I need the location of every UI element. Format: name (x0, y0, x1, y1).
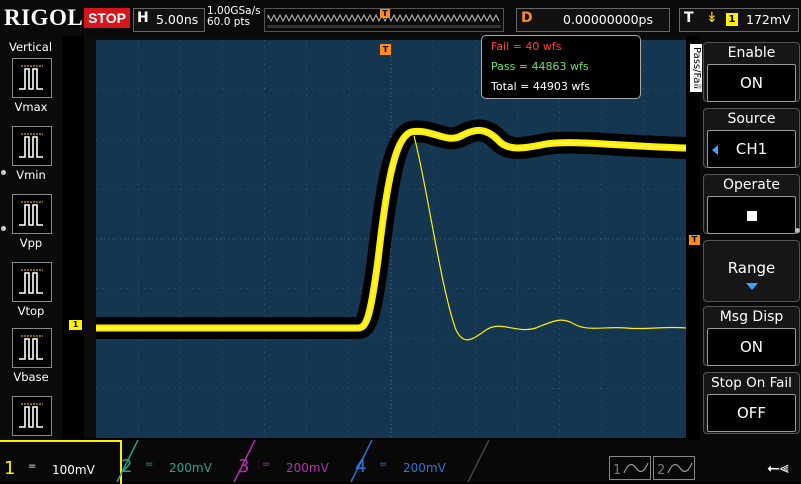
measure-vbase-button[interactable]: Vbase (10, 328, 52, 384)
trigger-box[interactable]: T ↡ 1 172mV (679, 8, 799, 32)
softkey-msg-disp-value: ON (707, 328, 796, 366)
math-wave-icon: 1 (613, 462, 649, 478)
horizontal-timebase-box[interactable]: H 5.00ns (133, 8, 205, 32)
math-channel-2-button[interactable]: 2 (653, 456, 695, 480)
fail-count: Fail = 40 wfs (491, 40, 562, 53)
vpp-icon (12, 194, 52, 234)
softkey-operate[interactable]: Operate (703, 174, 800, 234)
graticule-and-traces (96, 40, 687, 438)
vmin-icon (12, 126, 52, 166)
softkey-operate-title: Operate (723, 177, 780, 193)
total-count: Total = 44903 wfs (491, 80, 590, 93)
measure-vpp-button[interactable]: Vpp (10, 194, 52, 250)
measure-vmax-button[interactable]: Vmax (10, 58, 52, 114)
timebase-value: 5.00ns (156, 12, 199, 27)
softkey-msg-disp[interactable]: Msg Disp ON (703, 306, 800, 366)
panel-edge-dot-icon (1, 226, 6, 231)
softkey-enable-title: Enable (727, 45, 776, 61)
measure-label: Vpp (19, 236, 43, 250)
delay-label: D (521, 10, 533, 26)
math-1-label: 1 (613, 463, 621, 478)
trigger-position-marker[interactable]: T (380, 44, 391, 55)
pass-fail-statistics: Fail = 40 wfs Pass = 44863 wfs Total = 4… (481, 35, 641, 99)
rising-edge-icon: ↡ (706, 10, 718, 26)
delay-value: 0.00000000ps (563, 12, 653, 27)
trigger-source-badge: 1 (726, 13, 738, 26)
softkey-stop-on-fail-title: Stop On Fail (711, 375, 792, 391)
softkey-range[interactable]: Range (703, 240, 800, 302)
measure-vmin-button[interactable]: Vmin (10, 126, 52, 182)
vbase-icon (12, 328, 52, 368)
softkey-source-title: Source (727, 111, 776, 127)
softkey-range-title: Range (727, 259, 776, 277)
usb-icon: ⭠⫷ (767, 458, 789, 477)
waveform-overview-bar: T (264, 8, 504, 32)
delay-box[interactable]: D 0.00000000ps (516, 8, 670, 32)
acquisition-info: 1.00GSa/s 60.0 pts (207, 6, 261, 28)
softkey-enable-value: ON (707, 64, 796, 102)
vtop-icon (12, 262, 52, 302)
softkey-stop-on-fail[interactable]: Stop On Fail OFF (703, 372, 800, 434)
measure-label: Vtop (17, 304, 45, 318)
trigger-label: T (684, 10, 694, 26)
panel-edge-dot-icon (1, 170, 6, 175)
measure-label: Vmin (16, 168, 46, 182)
waveform-grid[interactable] (96, 40, 687, 438)
measure-category-title: Vertical (9, 40, 53, 54)
stop-square-icon (746, 210, 757, 221)
memory-depth: 60.0 pts (207, 16, 250, 28)
math-channel-1-button[interactable]: 1 (609, 456, 651, 480)
top-status-bar: RIGOL STOP H 5.00ns 1.00GSa/s 60.0 pts T… (0, 0, 801, 36)
ch1-failing-trace (413, 135, 687, 341)
softkey-enable[interactable]: Enable ON (703, 42, 800, 102)
ch1-offset-marker[interactable]: 1 (69, 320, 82, 330)
horizontal-label: H (137, 10, 149, 26)
brand-logo: RIGOL (4, 5, 84, 30)
pass-count: Pass = 44863 wfs (491, 60, 589, 73)
measure-label: Vmax (14, 100, 48, 114)
selector-arrow-icon (712, 145, 718, 155)
softkey-source[interactable]: Source CH1 (703, 108, 800, 168)
menu-page-dot-icon (795, 228, 800, 233)
math-2-label: 2 (657, 463, 665, 478)
vmax-icon (12, 58, 52, 98)
vamp-icon (12, 396, 52, 436)
math-wave-icon: 2 (657, 462, 693, 478)
softkey-stop-on-fail-value: OFF (707, 394, 796, 432)
overview-trigger-marker: T (380, 9, 390, 18)
trigger-level-marker[interactable]: T (689, 235, 700, 245)
menu-edge-dot-icon (697, 84, 702, 89)
softkey-source-value: CH1 (735, 140, 768, 158)
softkey-source-value-box: CH1 (707, 130, 796, 168)
softkey-operate-value-box (707, 196, 796, 234)
trigger-level: 172mV (746, 12, 791, 27)
submenu-arrow-icon (745, 283, 758, 290)
measure-vtop-button[interactable]: Vtop (10, 262, 52, 318)
run-stop-status[interactable]: STOP (84, 8, 130, 28)
softkey-msg-disp-title: Msg Disp (719, 309, 784, 325)
measure-label: Vbase (13, 370, 49, 384)
